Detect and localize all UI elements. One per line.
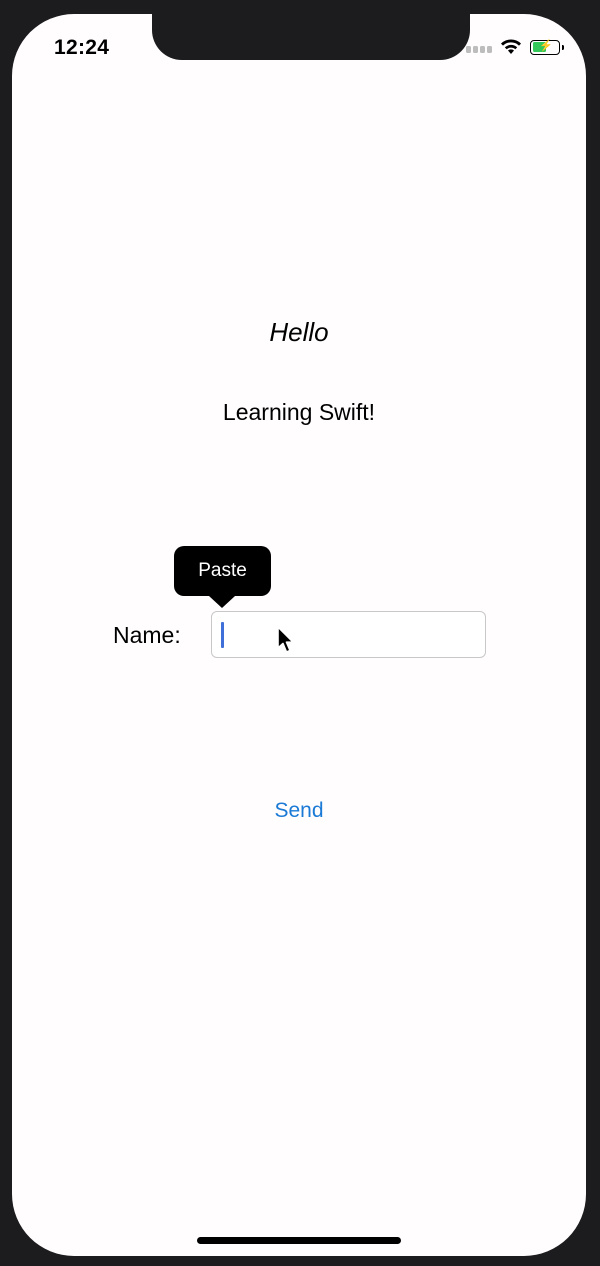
name-input[interactable] bbox=[211, 611, 486, 658]
home-indicator[interactable] bbox=[197, 1237, 401, 1244]
notch bbox=[152, 14, 470, 60]
status-icons: ⚡ bbox=[466, 39, 564, 55]
send-button[interactable]: Send bbox=[12, 799, 586, 823]
cellular-signal-icon bbox=[466, 41, 492, 53]
app-screen: 12:24 ⚡ Hello Learning Swift! Paste Name… bbox=[12, 14, 586, 1256]
wifi-icon bbox=[501, 39, 521, 54]
greeting-label: Hello bbox=[269, 317, 329, 347]
paste-menu-arrow bbox=[209, 596, 235, 608]
subtitle-label: Learning Swift! bbox=[222, 399, 376, 425]
battery-charging-icon: ⚡ bbox=[530, 39, 564, 55]
mouse-pointer-icon bbox=[277, 626, 294, 653]
name-label: Name: bbox=[113, 622, 181, 648]
text-caret bbox=[221, 622, 224, 648]
device-frame: 12:24 ⚡ Hello Learning Swift! Paste Name… bbox=[0, 0, 600, 1266]
charging-bolt-icon: ⚡ bbox=[539, 39, 553, 52]
status-time: 12:24 bbox=[54, 36, 110, 59]
paste-menu-button[interactable]: Paste bbox=[174, 546, 271, 596]
